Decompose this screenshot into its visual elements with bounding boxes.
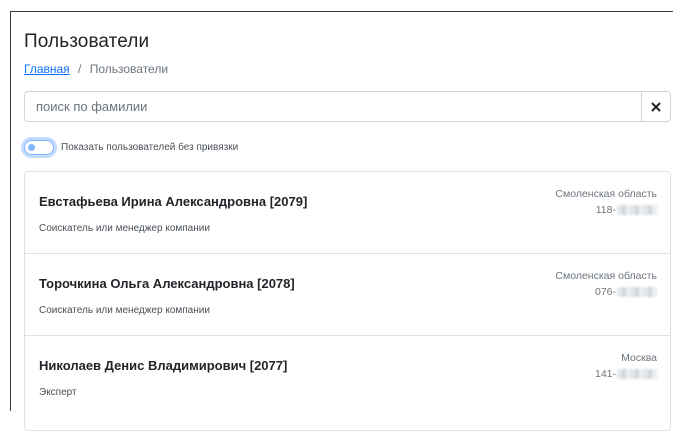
search-group xyxy=(24,91,671,122)
breadcrumb-separator: / xyxy=(78,62,82,76)
unassigned-users-label[interactable]: Показать пользователей без привязки xyxy=(61,142,238,153)
user-name: Николаев Денис Владимирович [2077] xyxy=(39,358,288,373)
switch-knob xyxy=(28,143,35,151)
unassigned-users-switch[interactable] xyxy=(24,139,54,155)
user-list: Евстафьева Ирина Александровна [2079] Со… xyxy=(24,171,671,431)
main-panel: Пользователи Главная / Пользователи Пока… xyxy=(10,11,673,431)
user-role: Соискатель или менеджер компании xyxy=(39,223,210,234)
phone-redacted xyxy=(617,205,657,215)
clear-search-button[interactable] xyxy=(641,91,671,122)
user-list-item[interactable]: Николаев Денис Владимирович [2077] Экспе… xyxy=(25,336,670,418)
user-phone-prefix: 141- xyxy=(594,368,616,380)
user-phone-prefix: 076- xyxy=(594,286,616,298)
user-region: Смоленская область xyxy=(555,270,657,282)
user-role: Эксперт xyxy=(39,387,77,398)
page-title: Пользователи xyxy=(24,31,150,52)
user-list-item[interactable]: Торочкина Ольга Александровна [2078] Сои… xyxy=(25,254,670,336)
user-list-item[interactable]: Евстафьева Ирина Александровна [2079] Со… xyxy=(25,172,670,254)
user-name: Евстафьева Ирина Александровна [2079] xyxy=(39,194,308,209)
user-region: Смоленская область xyxy=(555,188,657,200)
user-phone: 118- xyxy=(596,204,657,216)
phone-redacted xyxy=(617,287,657,297)
phone-redacted xyxy=(617,369,657,379)
breadcrumb: Главная / Пользователи xyxy=(24,62,168,76)
user-name: Торочкина Ольга Александровна [2078] xyxy=(39,276,295,291)
unassigned-toggle-row: Показать пользователей без привязки xyxy=(24,139,238,155)
breadcrumb-current: Пользователи xyxy=(89,62,169,76)
user-phone-prefix: 118- xyxy=(595,204,616,216)
user-role: Соискатель или менеджер компании xyxy=(39,305,210,316)
close-icon xyxy=(651,102,661,111)
user-phone: 076- xyxy=(595,286,657,298)
breadcrumb-home-link[interactable]: Главная xyxy=(24,62,70,76)
user-phone: 141- xyxy=(595,368,657,380)
search-input[interactable] xyxy=(24,91,641,122)
user-region: Москва xyxy=(621,352,657,364)
